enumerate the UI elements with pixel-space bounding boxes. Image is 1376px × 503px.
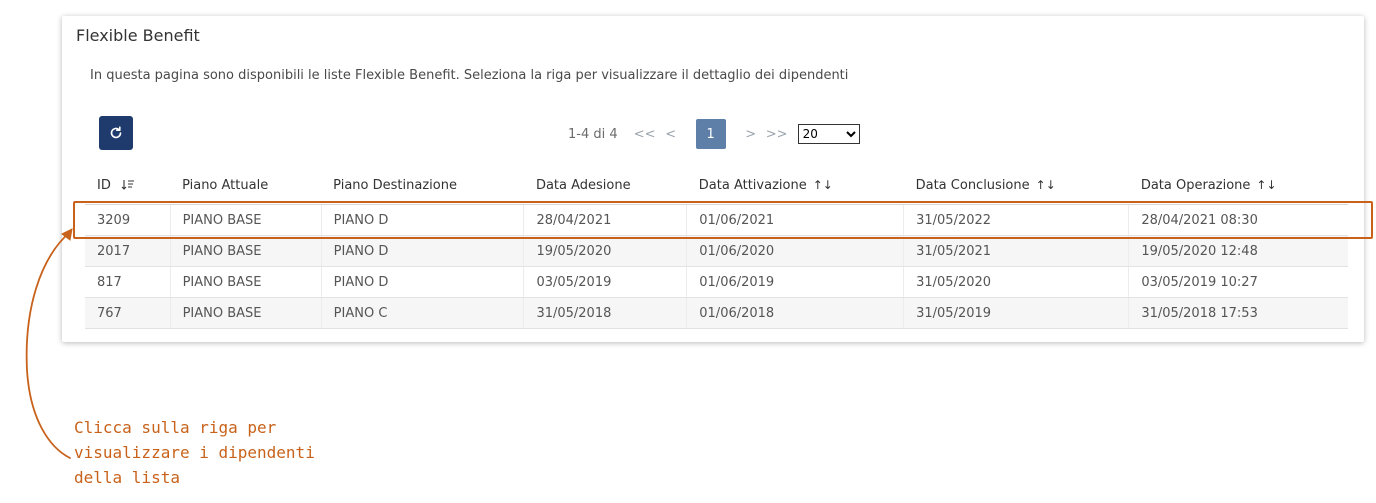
cell-data-adesione: 03/05/2019: [523, 266, 687, 298]
cell-data-operazione: 19/05/2020 12:48: [1128, 235, 1348, 267]
card-title: Flexible Benefit: [76, 26, 200, 45]
prev-page-button[interactable]: <: [658, 127, 684, 142]
cell-id: 767: [85, 297, 171, 329]
cell-data-conclusione: 31/05/2022: [903, 204, 1129, 236]
cell-data-attivazione: 01/06/2021: [686, 204, 904, 236]
cell-data-attivazione: 01/06/2019: [686, 266, 904, 298]
sort-desc-icon: [121, 180, 134, 190]
cell-data-attivazione: 01/06/2018: [686, 297, 904, 329]
column-header-label: Piano Destinazione: [333, 177, 457, 193]
flexible-benefit-table: ID Piano Attuale Piano Destinazione Data…: [85, 166, 1348, 329]
column-header-label: Data Adesione: [535, 177, 631, 193]
cell-id: 3209: [85, 204, 171, 236]
table-row[interactable]: 3209 PIANO BASE PIANO D 28/04/2021 01/06…: [85, 204, 1348, 236]
cell-piano-destinazione: PIANO D: [320, 204, 524, 236]
cell-data-operazione: 03/05/2019 10:27: [1128, 266, 1348, 298]
cell-data-adesione: 28/04/2021: [523, 204, 687, 236]
sort-both-icon: ↑↓: [812, 177, 833, 192]
column-header-data-adesione: Data Adesione: [523, 166, 687, 205]
column-header-data-conclusione[interactable]: Data Conclusione ↑↓: [903, 166, 1129, 205]
cell-piano-attuale: PIANO BASE: [169, 235, 322, 267]
first-page-button[interactable]: <<: [632, 127, 658, 142]
flexible-benefit-card: Flexible Benefit In questa pagina sono d…: [62, 16, 1364, 342]
column-header-label: ID: [97, 177, 111, 193]
sort-both-icon: ↑↓: [1256, 177, 1277, 192]
cell-piano-destinazione: PIANO C: [320, 297, 524, 329]
card-description: In questa pagina sono disponibili le lis…: [90, 68, 849, 83]
column-header-label: Data Attivazione: [698, 177, 807, 193]
current-page-button[interactable]: 1: [695, 119, 726, 149]
cell-data-conclusione: 31/05/2019: [903, 297, 1129, 329]
cell-data-adesione: 19/05/2020: [523, 235, 687, 267]
table-row[interactable]: 767 PIANO BASE PIANO C 31/05/2018 01/06/…: [85, 297, 1348, 329]
cell-data-conclusione: 31/05/2021: [903, 235, 1129, 267]
cell-piano-destinazione: PIANO D: [320, 235, 524, 267]
refresh-icon: [110, 126, 122, 139]
column-header-piano-attuale: Piano Attuale: [170, 166, 322, 205]
annotation-line: visualizzare i dipendenti: [74, 443, 315, 462]
cell-id: 817: [85, 266, 171, 298]
column-header-label: Data Conclusione: [915, 177, 1030, 193]
sort-both-icon: ↑↓: [1035, 177, 1056, 192]
next-page-button[interactable]: >: [738, 127, 764, 142]
cell-data-operazione: 28/04/2021 08:30: [1128, 204, 1348, 236]
column-header-piano-destinazione: Piano Destinazione: [321, 166, 524, 205]
annotation-text: Clicca sulla riga per visualizzare i dip…: [74, 415, 315, 490]
table-row[interactable]: 2017 PIANO BASE PIANO D 19/05/2020 01/06…: [85, 235, 1348, 267]
cell-piano-attuale: PIANO BASE: [169, 204, 322, 236]
table-row[interactable]: 817 PIANO BASE PIANO D 03/05/2019 01/06/…: [85, 266, 1348, 298]
column-header-data-operazione[interactable]: Data Operazione ↑↓: [1128, 166, 1348, 205]
column-header-id[interactable]: ID: [85, 166, 171, 205]
cell-data-adesione: 31/05/2018: [523, 297, 687, 329]
cell-piano-attuale: PIANO BASE: [169, 266, 322, 298]
pagination-range: 1-4 di 4: [568, 126, 618, 142]
cell-data-operazione: 31/05/2018 17:53: [1128, 297, 1348, 329]
cell-data-attivazione: 01/06/2020: [686, 235, 904, 267]
column-header-data-attivazione[interactable]: Data Attivazione ↑↓: [686, 166, 904, 205]
table-header-row: ID Piano Attuale Piano Destinazione Data…: [85, 166, 1348, 205]
last-page-button[interactable]: >>: [764, 127, 790, 142]
refresh-button[interactable]: [99, 116, 133, 150]
annotation-line: Clicca sulla riga per: [74, 418, 277, 437]
cell-id: 2017: [85, 235, 171, 267]
column-header-label: Piano Attuale: [182, 177, 269, 193]
cell-piano-destinazione: PIANO D: [320, 266, 524, 298]
cell-piano-attuale: PIANO BASE: [169, 297, 322, 329]
annotation-line: della lista: [74, 468, 180, 487]
cell-data-conclusione: 31/05/2020: [903, 266, 1129, 298]
column-header-label: Data Operazione: [1140, 177, 1251, 193]
page-size-select[interactable]: 20: [797, 124, 860, 144]
pagination: 1-4 di 4 << < 1 > >> 20: [568, 119, 860, 149]
